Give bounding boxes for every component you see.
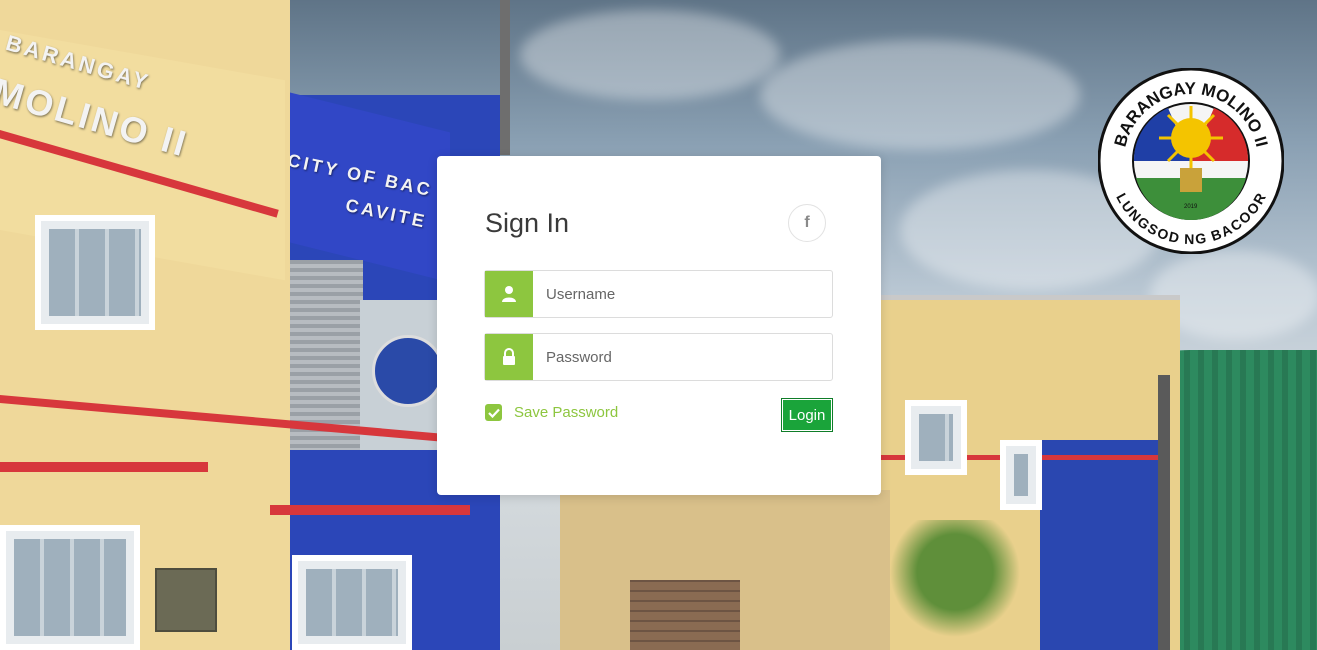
check-icon <box>487 408 500 418</box>
username-field[interactable] <box>484 270 833 318</box>
login-card: Sign In f Save Password Login <box>437 156 881 495</box>
utility-pole <box>500 0 510 155</box>
window <box>0 525 140 650</box>
cloud <box>760 40 1080 150</box>
window <box>905 400 967 475</box>
brick-wall <box>630 580 740 650</box>
save-password-label: Save Password <box>514 404 619 421</box>
facebook-icon: f <box>804 214 810 231</box>
lock-icon <box>485 334 533 380</box>
wall-plaque <box>155 568 217 632</box>
cloud <box>520 10 780 100</box>
red-stripe <box>270 505 470 515</box>
palm-tree <box>880 520 1030 650</box>
window <box>35 215 155 330</box>
password-input[interactable] <box>533 334 832 380</box>
save-password-toggle[interactable]: Save Password <box>485 404 618 421</box>
red-stripe <box>0 462 208 472</box>
window <box>1000 440 1042 510</box>
login-button[interactable]: Login <box>781 398 833 432</box>
building-seal <box>372 335 444 407</box>
username-input[interactable] <box>533 271 832 317</box>
save-password-checkbox[interactable] <box>485 404 502 421</box>
seal-year: 2019 <box>1184 204 1198 210</box>
building-right-blue <box>1040 440 1160 650</box>
user-icon <box>485 271 533 317</box>
barangay-seal-logo: 2019 BARANGAY MOLINO II LUNGSOD NG BACOO… <box>1098 68 1284 254</box>
window <box>292 555 412 650</box>
page-title: Sign In <box>485 208 570 238</box>
password-field[interactable] <box>484 333 833 381</box>
utility-pole <box>1158 375 1170 650</box>
facebook-login-button[interactable]: f <box>788 204 826 242</box>
